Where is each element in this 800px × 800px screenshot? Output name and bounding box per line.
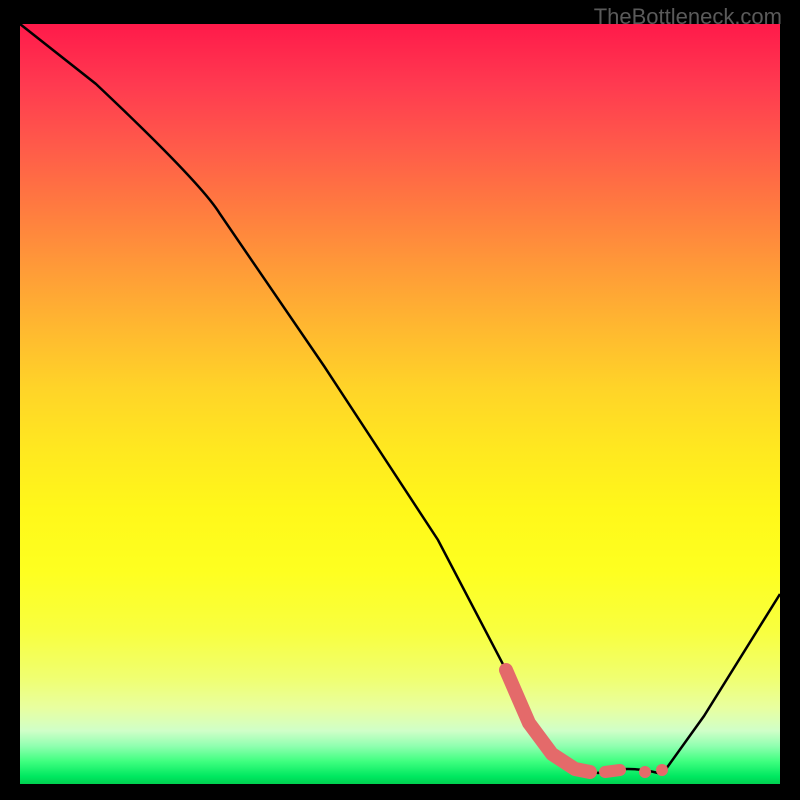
gradient-background	[20, 24, 780, 784]
plot-area	[20, 24, 780, 784]
attribution-text: TheBottleneck.com	[594, 4, 782, 30]
